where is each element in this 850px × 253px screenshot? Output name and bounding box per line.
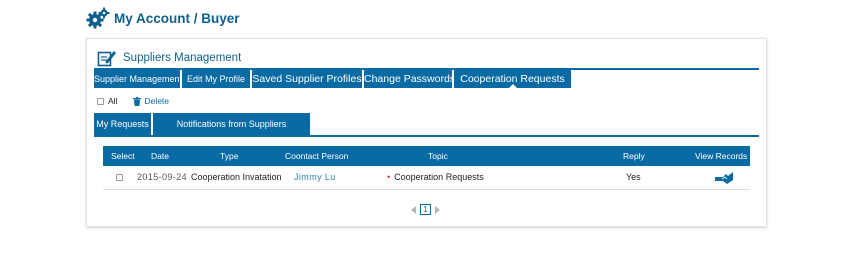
col-view-records: View Records <box>695 151 748 161</box>
table-row: 2015-09-24 Cooperation Invatation Jimmy … <box>103 166 750 190</box>
trash-icon <box>133 96 142 106</box>
pagination: 1 <box>411 204 440 215</box>
col-date: Date <box>151 151 169 161</box>
select-all-checkbox[interactable] <box>97 97 104 105</box>
tab-my-requests[interactable]: My Requests <box>94 113 152 135</box>
tab-supplier-management[interactable]: Supplier Management <box>94 70 182 88</box>
sub-tab-bar: My Requests Notifications from Suppliers <box>94 113 759 137</box>
tab-edit-my-profile[interactable]: Edit My Profile <box>182 70 250 88</box>
edit-icon <box>97 51 116 67</box>
gears-icon <box>86 7 110 29</box>
delete-button[interactable]: Delete <box>133 96 169 106</box>
panel-header: Suppliers Management <box>97 47 241 69</box>
row-date: 2015-09-24 <box>137 172 188 182</box>
next-page-icon[interactable] <box>435 205 440 214</box>
panel-title: Suppliers Management <box>123 52 242 64</box>
page-header: My Account / Buyer <box>86 6 240 30</box>
tab-cooperation-requests[interactable]: Cooperation Requests <box>454 70 571 88</box>
tab-notifications-from-suppliers[interactable]: Notifications from Suppliers <box>153 113 310 135</box>
col-topic: Topic <box>428 151 448 161</box>
row-select-checkbox[interactable] <box>116 174 123 181</box>
col-type: Type <box>220 151 239 161</box>
main-tab-bar: Supplier Management Edit My Profile Save… <box>94 68 759 88</box>
view-records-icon[interactable] <box>715 171 733 185</box>
col-select: Select <box>111 151 135 161</box>
suppliers-management-panel: Suppliers Management Supplier Management… <box>86 38 767 227</box>
page-number-current[interactable]: 1 <box>420 204 431 215</box>
row-topic-text: Cooperation Requests <box>394 172 484 182</box>
bullet-icon: • <box>387 172 391 182</box>
row-contact-person[interactable]: Jimmy Lu <box>294 172 336 182</box>
bulk-actions: All Delete <box>97 95 169 107</box>
tab-change-passwords[interactable]: Change Passwords <box>364 70 455 88</box>
row-topic[interactable]: • Cooperation Requests <box>387 172 484 182</box>
table-header: Select Date Type Coontact Person Topic R… <box>103 146 750 166</box>
page-title: My Account / Buyer <box>114 10 240 26</box>
tab-saved-supplier-profiles[interactable]: Saved Supplier Profiles <box>252 70 362 88</box>
col-contact-person: Coontact Person <box>285 151 349 161</box>
select-all-label: All <box>108 96 118 106</box>
delete-label: Delete <box>144 96 170 106</box>
row-type: Cooperation Invatation <box>191 172 282 182</box>
col-reply: Reply <box>623 151 645 161</box>
row-reply: Yes <box>626 172 641 182</box>
prev-page-icon[interactable] <box>411 205 416 214</box>
requests-table: Select Date Type Coontact Person Topic R… <box>103 146 750 190</box>
